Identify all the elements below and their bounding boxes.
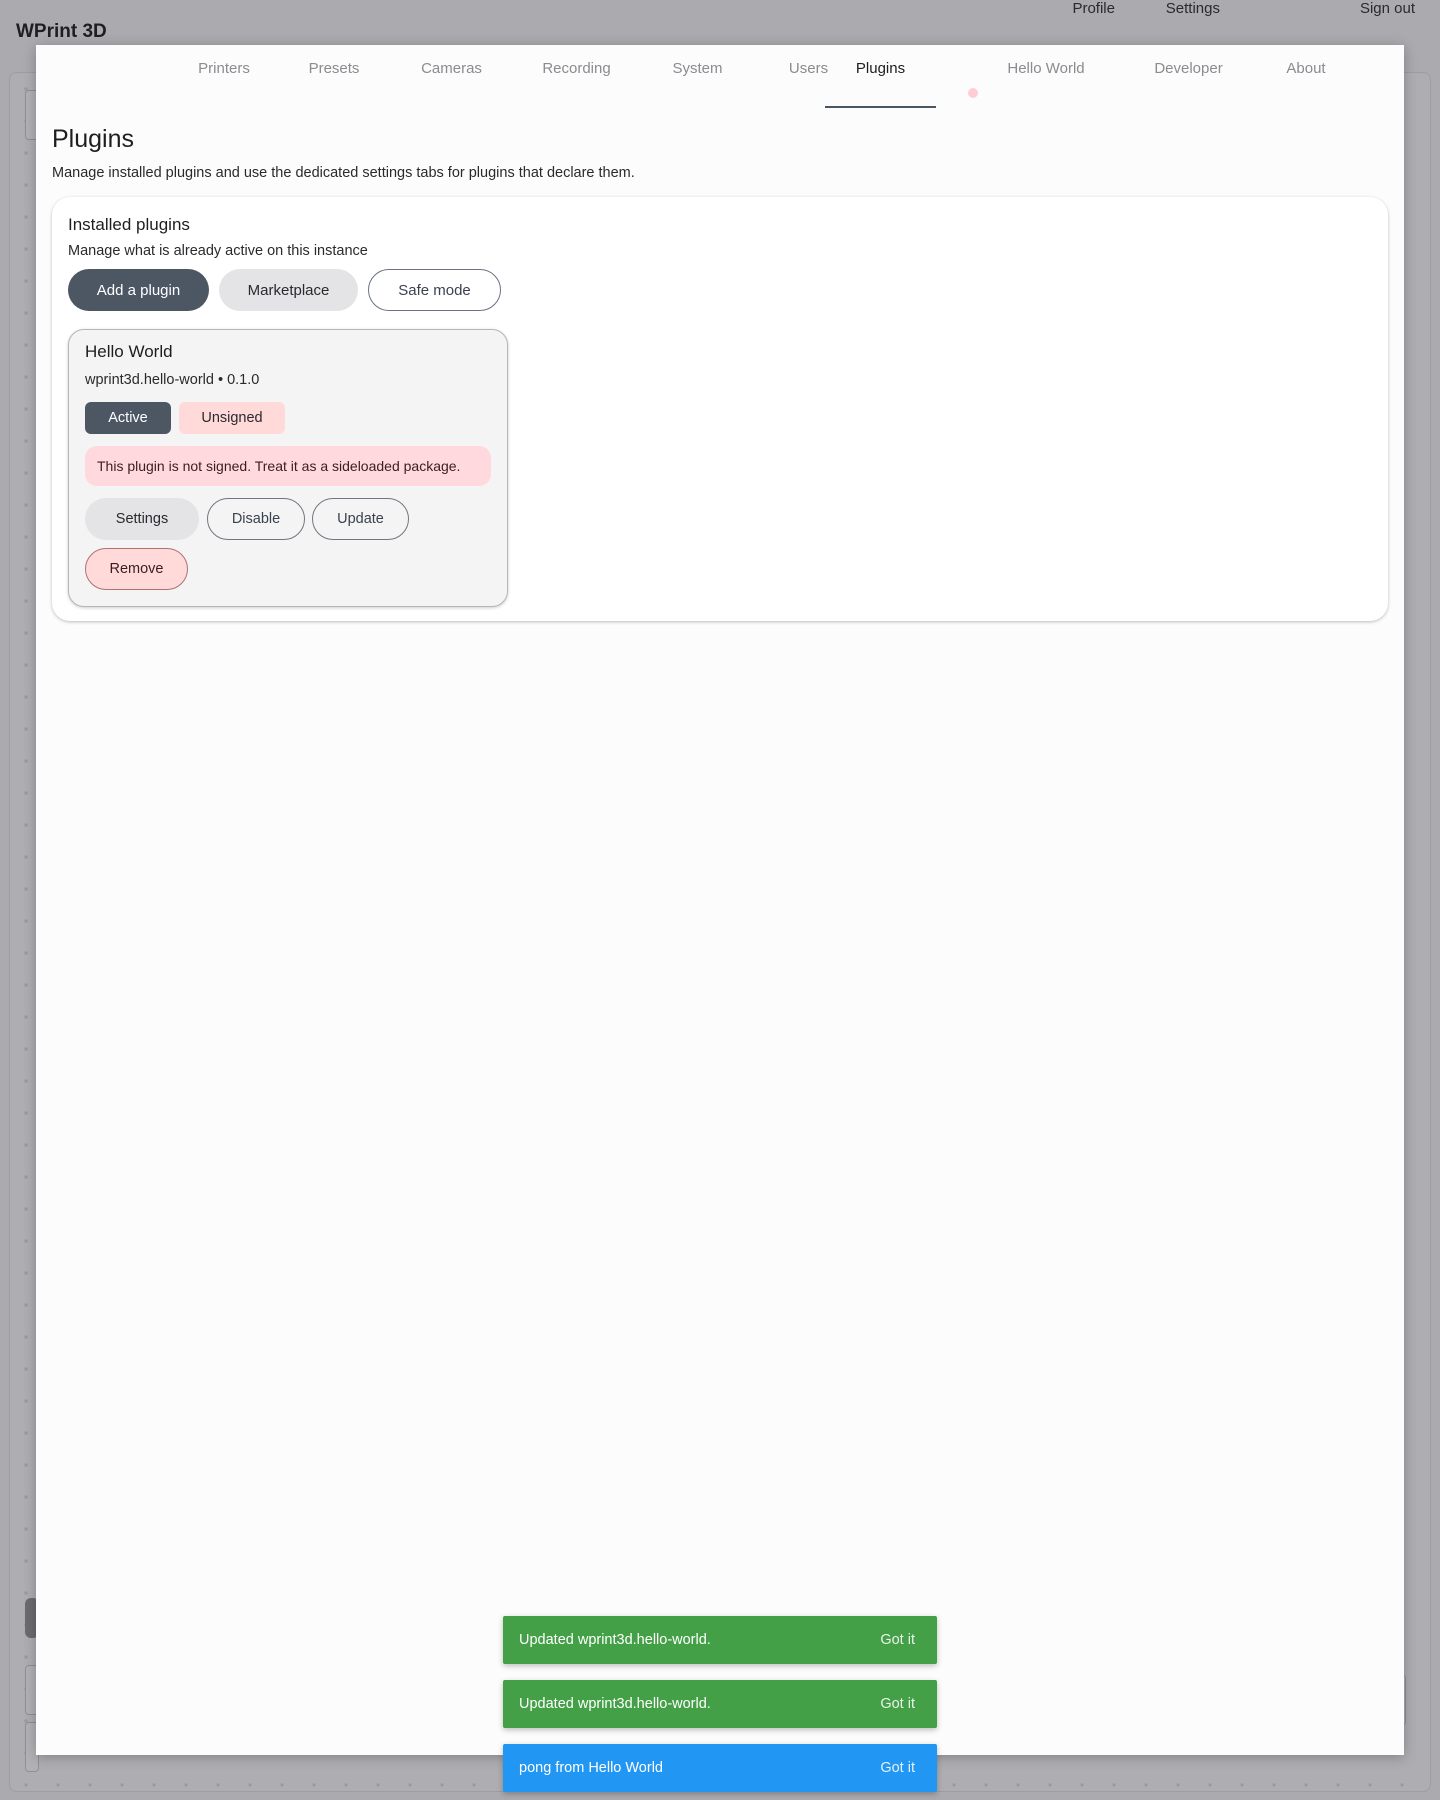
toast-dismiss-button[interactable]: Got it: [880, 1760, 915, 1776]
settings-tabs: Printers Presets Cameras Recording Syste…: [36, 45, 1404, 109]
plugin-card: Hello World wprint3d.hello-world • 0.1.0…: [68, 329, 508, 607]
status-badge: Active: [85, 402, 171, 434]
tab-about[interactable]: About: [1256, 45, 1356, 109]
marketplace-button[interactable]: Marketplace: [219, 269, 358, 311]
profile-link[interactable]: Profile: [1072, 0, 1115, 17]
toast-notification: Updated wprint3d.hello-world. Got it: [503, 1616, 937, 1664]
installed-plugins-subtitle: Manage what is already active on this in…: [68, 243, 368, 259]
toast-notification: Updated wprint3d.hello-world. Got it: [503, 1680, 937, 1728]
tab-recording[interactable]: Recording: [514, 45, 639, 109]
plugin-name: Hello World: [85, 342, 173, 361]
settings-dialog: Printers Presets Cameras Recording Syste…: [36, 45, 1404, 1755]
unsigned-warning: This plugin is not signed. Treat it as a…: [85, 446, 491, 486]
tab-hello-world[interactable]: Hello World: [981, 45, 1111, 109]
toast-message: Updated wprint3d.hello-world.: [519, 1696, 711, 1712]
plugin-settings-button[interactable]: Settings: [85, 498, 199, 540]
tab-system[interactable]: System: [639, 45, 756, 109]
toast-dismiss-button[interactable]: Got it: [880, 1696, 915, 1712]
plugin-id-version: wprint3d.hello-world • 0.1.0: [85, 372, 260, 388]
add-plugin-button[interactable]: Add a plugin: [68, 269, 209, 311]
tab-developer[interactable]: Developer: [1121, 45, 1256, 109]
toast-message: pong from Hello World: [519, 1760, 663, 1776]
tab-cameras[interactable]: Cameras: [389, 45, 514, 109]
tab-plugins[interactable]: Plugins: [825, 45, 936, 109]
safe-mode-button[interactable]: Safe mode: [368, 269, 501, 311]
plugin-tab-indicator: [968, 88, 978, 98]
plugin-remove-button[interactable]: Remove: [85, 548, 188, 590]
plugin-disable-button[interactable]: Disable: [207, 498, 305, 540]
toast-dismiss-button[interactable]: Got it: [880, 1632, 915, 1648]
installed-plugins-card: Installed plugins Manage what is already…: [52, 197, 1388, 621]
page-subtitle: Manage installed plugins and use the ded…: [52, 165, 635, 181]
plugin-update-button[interactable]: Update: [312, 498, 409, 540]
settings-link[interactable]: Settings: [1166, 0, 1220, 17]
signature-badge: Unsigned: [179, 402, 285, 434]
installed-plugins-title: Installed plugins: [68, 215, 190, 234]
app-title: WPrint 3D: [16, 21, 107, 42]
sign-out-link[interactable]: Sign out: [1360, 0, 1415, 17]
toast-notification: pong from Hello World Got it: [503, 1744, 937, 1792]
page-title: Plugins: [52, 125, 134, 153]
tab-presets[interactable]: Presets: [279, 45, 389, 109]
toast-message: Updated wprint3d.hello-world.: [519, 1632, 711, 1648]
tab-printers[interactable]: Printers: [169, 45, 279, 109]
